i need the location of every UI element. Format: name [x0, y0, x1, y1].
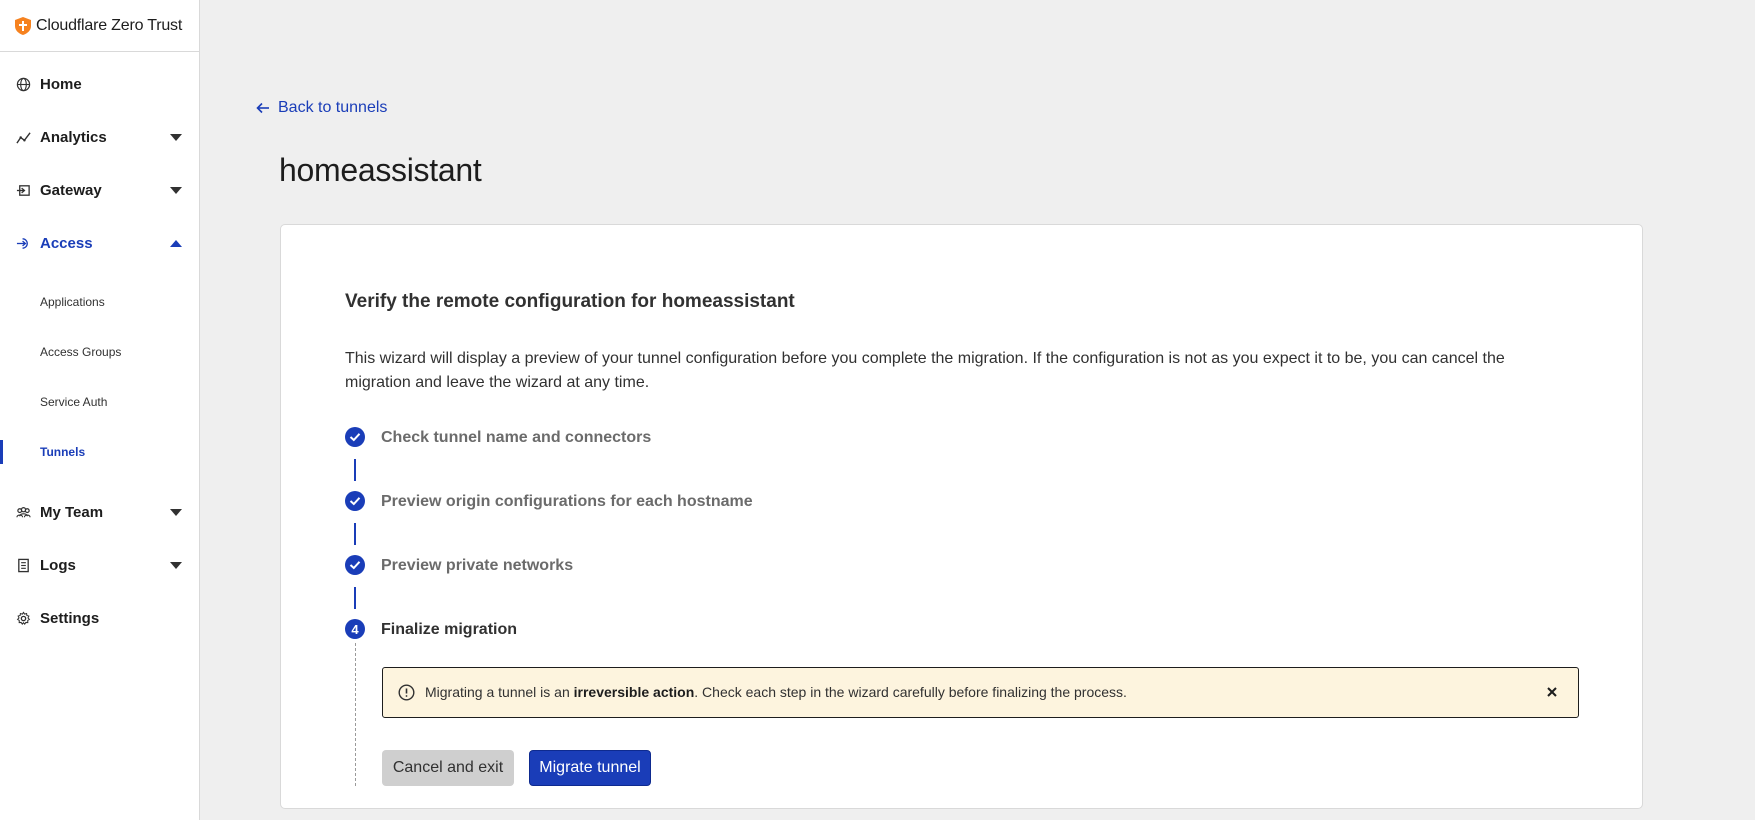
wizard-description: This wizard will display a preview of yo…: [345, 350, 1505, 391]
chevron-down-icon: [170, 562, 182, 569]
sidebar-subitem-label: Service Auth: [40, 395, 108, 409]
cloudflare-logo-icon: [15, 16, 31, 35]
sidebar-subitem-applications[interactable]: Applications: [0, 285, 199, 319]
globe-icon: [16, 77, 31, 92]
access-icon: [16, 238, 28, 249]
sidebar-subitem-service-auth[interactable]: Service Auth: [0, 385, 199, 419]
chevron-up-icon: [170, 240, 182, 247]
wizard-step-label: Preview origin configurations for each h…: [381, 493, 753, 510]
sidebar-subitem-tunnels[interactable]: Tunnels: [0, 435, 199, 469]
sidebar-item-my-team[interactable]: My Team: [0, 492, 199, 532]
sidebar-item-analytics[interactable]: Analytics: [0, 117, 199, 157]
sidebar-item-home[interactable]: Home: [0, 64, 199, 104]
sidebar-item-access[interactable]: Access: [0, 223, 199, 263]
chevron-down-icon: [170, 187, 182, 194]
page-title: homeassistant: [279, 152, 482, 188]
back-link-label: Back to tunnels: [278, 99, 388, 116]
sidebar-item-gateway[interactable]: Gateway: [0, 170, 199, 210]
check-icon: [345, 427, 365, 447]
wizard-heading: Verify the remote configuration for home…: [345, 291, 795, 312]
gateway-icon: [16, 185, 30, 196]
sidebar-item-label: Analytics: [40, 128, 107, 146]
sidebar-subitem-label: Applications: [40, 295, 105, 309]
wizard-step-label: Finalize migration: [381, 621, 518, 638]
irreversible-warning-alert: Migrating a tunnel is an irreversible ac…: [382, 667, 1579, 718]
check-icon: [345, 491, 365, 511]
team-icon: [16, 507, 31, 518]
sidebar: Cloudflare Zero Trust Home Analytics Gat…: [0, 0, 200, 820]
brand-header[interactable]: Cloudflare Zero Trust: [0, 0, 199, 52]
sidebar-item-label: Home: [40, 75, 82, 93]
close-icon[interactable]: [1544, 684, 1560, 700]
sidebar-subitem-label: Access Groups: [40, 345, 122, 359]
logs-icon: [18, 558, 29, 573]
warning-circle-icon: [398, 684, 415, 701]
sidebar-item-label: Settings: [40, 609, 100, 627]
alert-text-before: Migrating a tunnel is an: [425, 684, 574, 700]
alert-text-bold: irreversible action: [573, 684, 695, 700]
check-icon: [345, 555, 365, 575]
cancel-and-exit-button[interactable]: Cancel and exit: [382, 750, 514, 786]
wizard-step-label: Check tunnel name and connectors: [381, 429, 652, 446]
chevron-down-icon: [170, 134, 182, 141]
sidebar-item-label: My Team: [40, 503, 104, 521]
sidebar-item-label: Access: [40, 234, 93, 252]
step-connector: [354, 523, 356, 545]
migration-wizard-card: Verify the remote configuration for home…: [280, 224, 1643, 809]
migrate-tunnel-button[interactable]: Migrate tunnel: [529, 750, 651, 786]
step-connector: [354, 587, 356, 609]
alert-text-after: . Check each step in the wizard carefull…: [694, 684, 1127, 700]
sidebar-subitem-access-groups[interactable]: Access Groups: [0, 335, 199, 369]
back-to-tunnels-link[interactable]: Back to tunnels: [256, 99, 387, 117]
step-connector: [354, 459, 356, 481]
arrow-left-icon: [256, 102, 269, 114]
brand-name: Cloudflare Zero Trust: [36, 16, 183, 34]
sidebar-subitem-label: Tunnels: [40, 445, 86, 459]
sidebar-item-label: Logs: [40, 556, 76, 574]
analytics-icon: [16, 132, 31, 144]
alert-message: Migrating a tunnel is an irreversible ac…: [425, 684, 1127, 700]
sidebar-item-logs[interactable]: Logs: [0, 545, 199, 585]
gear-icon: [16, 611, 31, 625]
sidebar-item-label: Gateway: [40, 181, 102, 199]
step-connector-dashed: [355, 643, 356, 786]
sidebar-item-settings[interactable]: Settings: [0, 598, 199, 638]
step-number-badge: 4: [345, 619, 365, 639]
chevron-down-icon: [170, 509, 182, 516]
wizard-step-label: Preview private networks: [381, 557, 574, 574]
